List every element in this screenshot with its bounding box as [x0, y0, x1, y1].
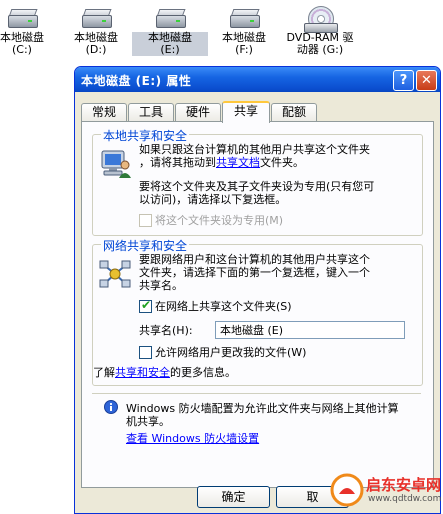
tab-sharing[interactable]: 共享 — [222, 101, 270, 123]
info-icon — [104, 400, 118, 414]
network-sharing-text-1: 要跟网络用户和这台计算机的其他用户共享这个 — [139, 253, 370, 266]
ok-button[interactable]: 确定 — [197, 486, 270, 508]
desktop-icon-label: 本地磁盘 (D:) — [74, 31, 118, 56]
watermark: 启东安卓网 www.qdtdw.com — [330, 470, 442, 510]
local-sharing-title: 本地共享和安全 — [101, 127, 190, 144]
share-name-label: 共享名(H): — [139, 324, 193, 337]
network-sharing-text-2: 文件夹，请选择下面的第一个复选框，键入一个 — [139, 266, 370, 279]
tab-quota[interactable]: 配额 — [271, 103, 317, 121]
hard-drive-icon — [6, 6, 38, 32]
desktop-icon-drive-c[interactable]: 本地磁盘 (C:) — [0, 6, 60, 56]
desktop-icon-label: DVD-RAM 驱 动器 (G:) — [286, 31, 354, 56]
sharing-security-link[interactable]: 共享和安全 — [115, 366, 170, 379]
firewall-text-2: 机共享。 — [126, 415, 170, 428]
share-name-input[interactable]: 本地磁盘 (E) — [215, 321, 405, 339]
private-folder-text-2: 以访问)，请选择以下复选框。 — [139, 193, 287, 206]
share-on-network-checkbox[interactable]: ✔ — [139, 298, 152, 313]
make-private-label: 将这个文件夹设为专用(M) — [155, 214, 284, 227]
network-icon — [99, 260, 131, 288]
make-private-checkbox[interactable] — [139, 214, 152, 227]
close-button[interactable]: ✕ — [416, 70, 437, 91]
desktop-icon-drive-e[interactable]: 本地磁盘 (E:) — [132, 6, 208, 56]
watermark-url: www.qdtdw.com — [368, 494, 442, 504]
watermark-logo-icon — [330, 473, 364, 507]
hard-drive-icon — [80, 6, 112, 32]
allow-change-files-label: 允许网络用户更改我的文件(W) — [155, 346, 307, 359]
firewall-settings-link[interactable]: 查看 Windows 防火墙设置 — [126, 432, 259, 445]
local-sharing-text-1: 如果只跟这台计算机的其他用户共享这个文件夹 — [139, 143, 370, 156]
local-sharing-text-2: ，请将其拖动到共享文档文件夹。 — [139, 156, 304, 169]
dvd-drive-icon — [304, 6, 338, 33]
watermark-name: 启东安卓网 — [366, 476, 442, 494]
network-sharing-title: 网络共享和安全 — [101, 237, 190, 254]
share-on-network-label: 在网络上共享这个文件夹(S) — [155, 300, 292, 313]
hard-drive-icon — [228, 6, 260, 32]
network-sharing-group: 网络共享和安全 要跟网络用户和这台计算机的其他用户共享这个 文件夹，请选择下面的… — [92, 237, 423, 386]
desktop-icon-label: 本地磁盘 (F:) — [222, 31, 266, 56]
computer-users-icon — [101, 150, 131, 178]
desktop-icon-label: 本地磁盘 (C:) — [0, 31, 44, 56]
desktop-icon-dvd-g[interactable]: DVD-RAM 驱 动器 (G:) — [282, 6, 358, 56]
separator — [92, 393, 421, 394]
desktop-icon-label: 本地磁盘 (E:) — [132, 32, 208, 56]
tab-hardware[interactable]: 硬件 — [175, 103, 221, 121]
properties-dialog: 本地磁盘 (E:) 属性 ? ✕ 常规 工具 硬件 共享 配额 本地共享和安全 … — [74, 66, 441, 514]
help-button[interactable]: ? — [393, 70, 414, 91]
checkmark-icon: ✔ — [141, 298, 152, 312]
sharing-panel: 本地共享和安全 如果只跟这台计算机的其他用户共享这个文件夹 ，请将其拖动到共享文… — [81, 121, 434, 488]
local-sharing-group: 本地共享和安全 如果只跟这台计算机的其他用户共享这个文件夹 ，请将其拖动到共享文… — [92, 127, 423, 236]
title-bar[interactable]: 本地磁盘 (E:) 属性 ? ✕ — [75, 67, 440, 92]
tab-tools[interactable]: 工具 — [128, 103, 174, 121]
hard-drive-icon — [154, 6, 186, 32]
shared-documents-link[interactable]: 共享文档 — [216, 156, 260, 169]
allow-change-files-checkbox[interactable] — [139, 346, 152, 359]
network-sharing-text-3: 共享名。 — [139, 279, 183, 292]
dialog-title: 本地磁盘 (E:) 属性 — [81, 74, 192, 88]
tab-general[interactable]: 常规 — [81, 103, 127, 121]
desktop-icon-drive-d[interactable]: 本地磁盘 (D:) — [58, 6, 134, 56]
desktop-icon-drive-f[interactable]: 本地磁盘 (F:) — [206, 6, 282, 56]
private-folder-text-1: 要将这个文件夹及其子文件夹设为专用(只有您可 — [139, 180, 375, 193]
firewall-text-1: Windows 防火墙配置为允许此文件夹与网络上其他计算 — [126, 402, 399, 415]
learn-more-text: 了解共享和安全的更多信息。 — [93, 366, 236, 379]
